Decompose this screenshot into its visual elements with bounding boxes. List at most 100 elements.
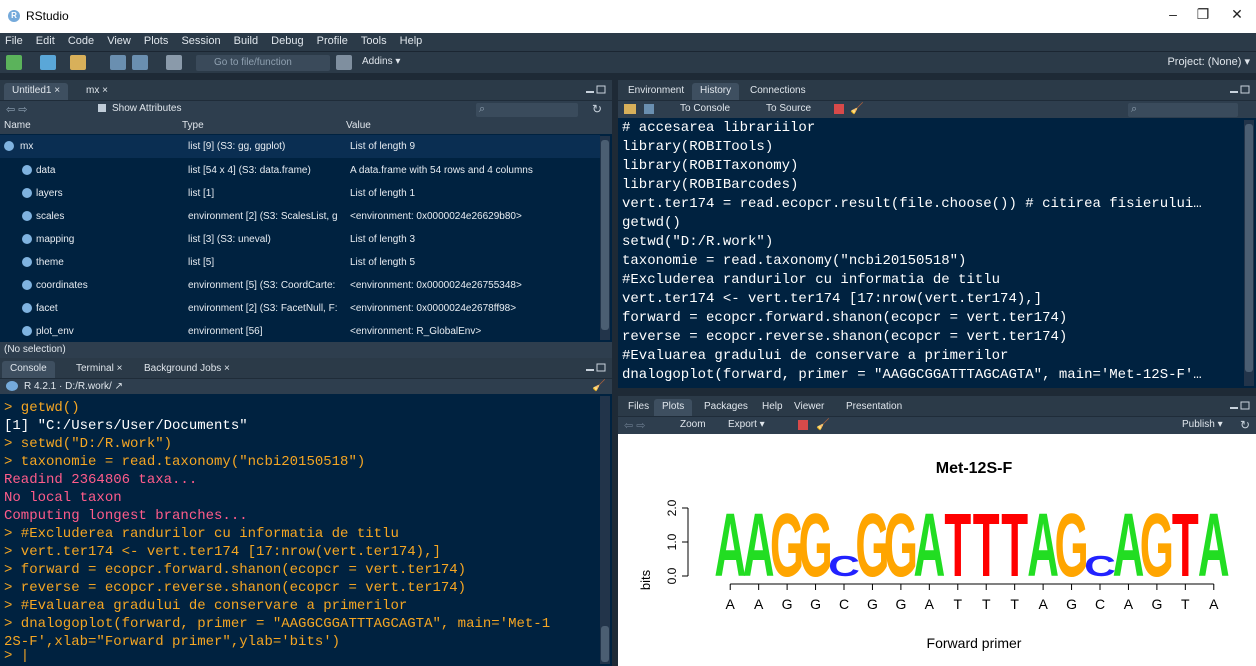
grid-icon[interactable] [336,55,352,70]
tab-presentation[interactable]: Presentation [838,399,910,416]
table-row[interactable]: layers list [1] List of length 1 [0,182,600,205]
table-row[interactable]: coordinates environment [5] (S3: CoordCa… [0,274,600,297]
project-menu[interactable]: Project: (None) ▾ [1167,55,1250,68]
to-source-button[interactable]: To Source [766,103,811,114]
refresh-icon[interactable]: ↻ [592,102,602,116]
go-to-file-input[interactable]: Go to file/function [196,55,330,71]
history-entry[interactable]: #Evaluarea gradului de conservare a prim… [622,348,1008,364]
scroll-thumb[interactable] [601,140,609,330]
menu-help[interactable]: Help [395,33,428,49]
save-all-icon[interactable] [132,55,148,70]
history-scrollbar[interactable] [1244,120,1254,386]
history-entry[interactable]: dnalogoplot(forward, primer = "AAGGCGGAT… [622,367,1202,383]
menu-plots[interactable]: Plots [139,33,173,49]
addins-button[interactable]: Addins ▾ [362,56,400,67]
scroll-thumb[interactable] [1245,124,1253,372]
expand-icon[interactable] [22,280,32,290]
menu-debug[interactable]: Debug [266,33,308,49]
col-value[interactable]: Value [346,120,371,131]
open-file-icon[interactable] [70,55,86,70]
clear-console-icon[interactable]: 🧹 [592,379,606,392]
save-history-icon[interactable] [644,104,654,114]
console-input[interactable]: > | [4,648,29,664]
tab-connections[interactable]: Connections [742,83,814,100]
expand-icon[interactable] [22,257,32,267]
history-entry[interactable]: # accesarea librariilor [622,120,815,136]
to-console-button[interactable]: To Console [680,103,730,114]
tab-mx[interactable]: mx × [78,83,116,100]
remove-plot-icon[interactable] [798,420,808,430]
tab-history[interactable]: History [692,83,740,100]
col-name[interactable]: Name [4,120,31,131]
history-entry[interactable]: vert.ter174 <- vert.ter174 [17:nrow(vert… [622,291,1042,307]
new-project-icon[interactable] [40,55,56,70]
history-entry[interactable]: library(ROBIBarcodes) [622,177,798,193]
tab-console[interactable]: Console [2,361,55,378]
col-type[interactable]: Type [182,120,204,131]
back-forward-icon[interactable]: ⇦ ⇨ [6,103,28,116]
collapse-icon[interactable] [4,141,14,151]
r-version-path[interactable]: R 4.2.1 · D:/R.work/ ↗ [24,381,123,392]
expand-icon[interactable] [22,303,32,313]
new-file-icon[interactable] [6,55,22,70]
expand-icon[interactable] [22,165,32,175]
back-forward-icon[interactable]: ⇦ ⇨ [624,419,646,432]
tab-packages[interactable]: Packages [696,399,756,416]
menu-profile[interactable]: Profile [312,33,353,49]
tab-untitled1[interactable]: Untitled1 × [4,83,69,100]
print-icon[interactable] [166,55,182,70]
table-row[interactable]: scales environment [2] (S3: ScalesList, … [0,205,600,228]
table-row[interactable]: mapping list [3] (S3: uneval) List of le… [0,228,600,251]
table-row[interactable]: data list [54 x 4] (S3: data.frame) A da… [0,159,600,182]
zoom-button[interactable]: Zoom [680,419,706,430]
maximize-button[interactable]: ❐ [1188,6,1218,23]
refresh-icon[interactable]: ↻ [1240,418,1250,432]
menu-edit[interactable]: Edit [31,33,60,49]
tab-environment[interactable]: Environment [620,83,692,100]
pane-minmax-icon[interactable] [1230,85,1250,95]
show-attributes-label[interactable]: Show Attributes [112,103,181,114]
checkbox-icon[interactable] [98,104,106,112]
viewer-scrollbar[interactable] [600,136,610,340]
history-entry[interactable]: reverse = ecopcr.reverse.shanon(ecopcr =… [622,329,1067,345]
history-entry[interactable]: library(ROBITaxonomy) [622,158,798,174]
history-entry[interactable]: vert.ter174 = read.ecopcr.result(file.ch… [622,196,1202,212]
tab-viewer[interactable]: Viewer [786,399,832,416]
close-button[interactable]: ✕ [1222,6,1252,23]
menu-view[interactable]: View [102,33,136,49]
tab-terminal[interactable]: Terminal × [68,361,130,378]
export-button[interactable]: Export ▾ [728,419,765,430]
expand-icon[interactable] [22,211,32,221]
pane-minmax-icon[interactable] [586,85,606,95]
history-entry[interactable]: taxonomie = read.taxonomy("ncbi20150518"… [622,253,966,269]
expand-icon[interactable] [22,188,32,198]
clear-plots-icon[interactable]: 🧹 [816,418,830,431]
console-scrollbar[interactable] [600,396,610,664]
history-search-input[interactable]: ⌕ [1128,103,1238,117]
table-row[interactable]: facet environment [2] (S3: FacetNull, F:… [0,297,600,320]
load-history-icon[interactable] [624,104,636,114]
table-row[interactable]: theme list [5] List of length 5 [0,251,600,274]
menu-tools[interactable]: Tools [356,33,392,49]
expand-icon[interactable] [22,234,32,244]
history-entry[interactable]: library(ROBITools) [622,139,773,155]
expand-icon[interactable] [22,326,32,336]
menu-code[interactable]: Code [63,33,99,49]
history-entry[interactable]: #Excluderea randurilor cu informatia de … [622,272,1000,288]
viewer-search-input[interactable]: ⌕ [476,103,578,117]
tab-files[interactable]: Files [620,399,657,416]
table-row[interactable]: mx list [9] (S3: gg, ggplot) List of len… [0,135,600,158]
tab-background-jobs[interactable]: Background Jobs × [136,361,238,378]
history-entry[interactable]: setwd("D:/R.work") [622,234,773,250]
history-entry[interactable]: forward = ecopcr.forward.shanon(ecopcr =… [622,310,1067,326]
pane-minmax-icon[interactable] [1230,401,1250,411]
save-icon[interactable] [110,55,126,70]
history-entry[interactable]: getwd() [622,215,681,231]
delete-entry-icon[interactable] [834,104,844,114]
table-row[interactable]: plot_env environment [56] <environment: … [0,320,600,343]
menu-session[interactable]: Session [176,33,225,49]
minimize-button[interactable]: – [1158,6,1188,22]
pane-minmax-icon[interactable] [586,363,606,373]
publish-button[interactable]: Publish ▾ [1182,419,1223,430]
tab-plots[interactable]: Plots [654,399,693,416]
